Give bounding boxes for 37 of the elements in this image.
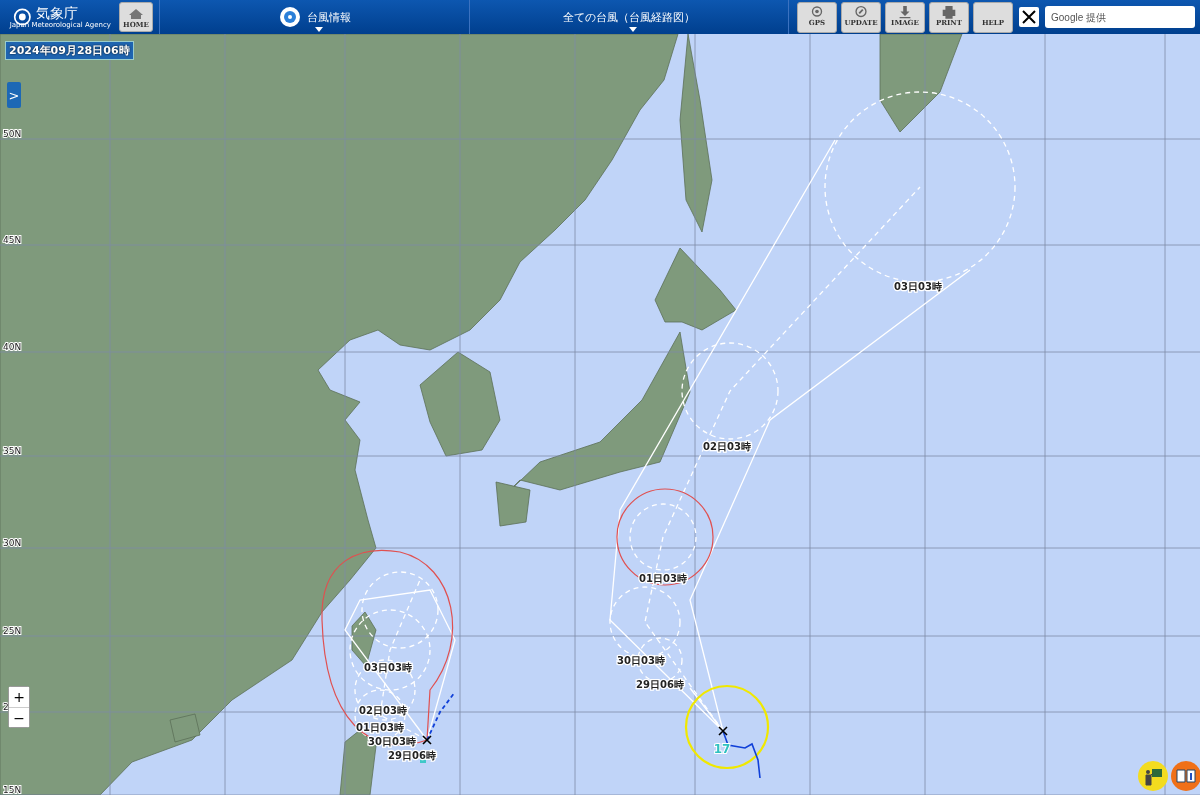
forecast-time-label: 02日03時	[703, 441, 751, 452]
book-icon	[1176, 768, 1196, 784]
house-icon	[128, 8, 144, 20]
guide-button[interactable]	[1171, 761, 1200, 791]
latitude-label: 2	[3, 702, 9, 712]
panel-toggle-button[interactable]: >	[7, 82, 21, 108]
latitude-label: 45N	[3, 235, 22, 245]
forecast-time-label: 03日03時	[364, 662, 412, 673]
latitude-label: 50N	[3, 129, 22, 139]
typhoon-icon	[278, 6, 301, 28]
typhoon-number: 17	[713, 742, 731, 756]
x-logo-icon	[1022, 10, 1036, 24]
zoom-button[interactable]: −	[9, 707, 29, 727]
x-share-button[interactable]	[1019, 7, 1039, 27]
latitude-label: 15N	[3, 785, 22, 795]
refresh-icon	[855, 5, 867, 17]
search-field[interactable]: Google 提供	[1045, 6, 1195, 28]
latitude-label: 35N	[3, 446, 22, 456]
caret-icon	[314, 27, 323, 32]
forecast-time-label: 03日03時	[894, 281, 942, 292]
agency-title: 気象庁	[35, 5, 79, 21]
caret-icon	[629, 27, 637, 32]
datetime-label: 2024年09月28日06時	[5, 41, 134, 60]
teacher-icon	[1143, 766, 1163, 786]
forecast-time-label: 29日06時	[388, 750, 436, 761]
crosshair-icon	[811, 5, 823, 17]
latitude-label: 25N	[3, 626, 22, 636]
forecast-time-label: 29日06時	[636, 679, 684, 690]
forecast-time-label: 30日03時	[617, 655, 665, 666]
forecast-time-label: 02日03時	[359, 705, 407, 716]
legend-button[interactable]	[1138, 761, 1168, 791]
forecast-time-label: 01日03時	[639, 573, 687, 584]
forecast-time-label: 01日03時	[356, 722, 404, 733]
latitude-label: 40N	[3, 342, 22, 352]
download-icon	[899, 5, 911, 18]
latitude-label: 30N	[3, 538, 22, 548]
printer-icon	[942, 5, 956, 19]
